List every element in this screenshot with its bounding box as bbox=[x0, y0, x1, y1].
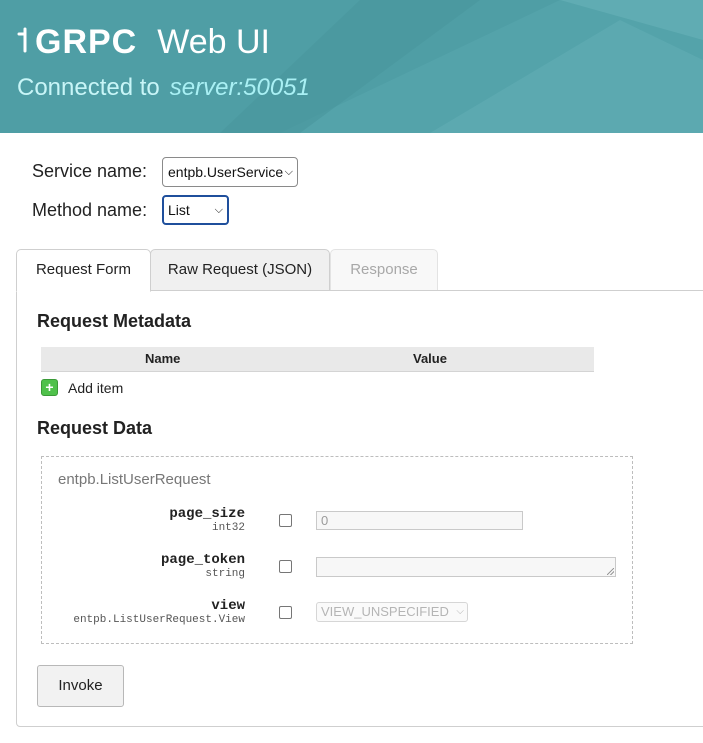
add-item-label: Add item bbox=[68, 379, 124, 396]
add-metadata-item-button[interactable]: + Add item bbox=[41, 379, 123, 396]
app-title: Web UI bbox=[157, 23, 270, 61]
brand: GRPC Web UI bbox=[17, 22, 270, 62]
message-type-label: entpb.ListUserRequest bbox=[58, 471, 211, 488]
header-background-pattern bbox=[220, 0, 703, 133]
tab-raw-request-json[interactable]: Raw Request (JSON) bbox=[150, 249, 330, 291]
chevron-down-icon: ⌵ bbox=[456, 606, 464, 617]
resize-grip-icon[interactable] bbox=[607, 568, 614, 575]
page-size-input[interactable]: 0 bbox=[316, 511, 523, 530]
page-token-textarea[interactable] bbox=[316, 557, 616, 577]
metadata-column-value: Value bbox=[413, 351, 447, 366]
service-name-label: Service name: bbox=[32, 161, 148, 181]
page-token-checkbox[interactable] bbox=[279, 560, 292, 573]
service-select-value: entpb.UserService bbox=[168, 164, 284, 180]
metadata-table-header: Name Value bbox=[41, 347, 594, 372]
field-name-view: view bbox=[211, 598, 245, 614]
connected-prefix: Connected to bbox=[17, 74, 160, 101]
method-select[interactable]: List ⌵ bbox=[162, 195, 229, 225]
grpc-logo-text: GRPC bbox=[35, 23, 138, 61]
request-data-heading: Request Data bbox=[37, 418, 153, 438]
field-type-page-size: int32 bbox=[211, 522, 245, 534]
tab-response: Response bbox=[330, 249, 438, 291]
field-type-page-token: string bbox=[205, 568, 245, 580]
connection-status: Connected to server:50051 bbox=[17, 72, 310, 104]
server-address: server:50051 bbox=[169, 74, 310, 101]
service-select[interactable]: entpb.UserService ⌵ bbox=[162, 157, 298, 187]
field-name-page-size: page_size bbox=[169, 506, 245, 522]
app-header: GRPC Web UI Connected to server:50051 bbox=[0, 0, 703, 133]
metadata-column-name: Name bbox=[145, 351, 181, 366]
view-select-value: VIEW_UNSPECIFIED bbox=[321, 604, 449, 619]
field-name-page-token: page_token bbox=[160, 552, 245, 568]
plus-icon: + bbox=[41, 379, 58, 396]
chevron-down-icon: ⌵ bbox=[284, 166, 293, 178]
request-metadata-heading: Request Metadata bbox=[37, 311, 192, 331]
field-type-view: entpb.ListUserRequest.View bbox=[73, 614, 245, 626]
chevron-down-icon: ⌵ bbox=[214, 204, 223, 216]
tab-request-form[interactable]: Request Form bbox=[16, 249, 151, 292]
page-size-checkbox[interactable] bbox=[279, 514, 292, 527]
method-select-value: List bbox=[168, 202, 190, 218]
invoke-button[interactable]: Invoke bbox=[37, 665, 124, 707]
method-name-label: Method name: bbox=[32, 200, 148, 220]
view-select: VIEW_UNSPECIFIED ⌵ bbox=[316, 602, 468, 622]
grpc-logo-icon bbox=[17, 25, 31, 60]
view-checkbox[interactable] bbox=[279, 606, 292, 619]
